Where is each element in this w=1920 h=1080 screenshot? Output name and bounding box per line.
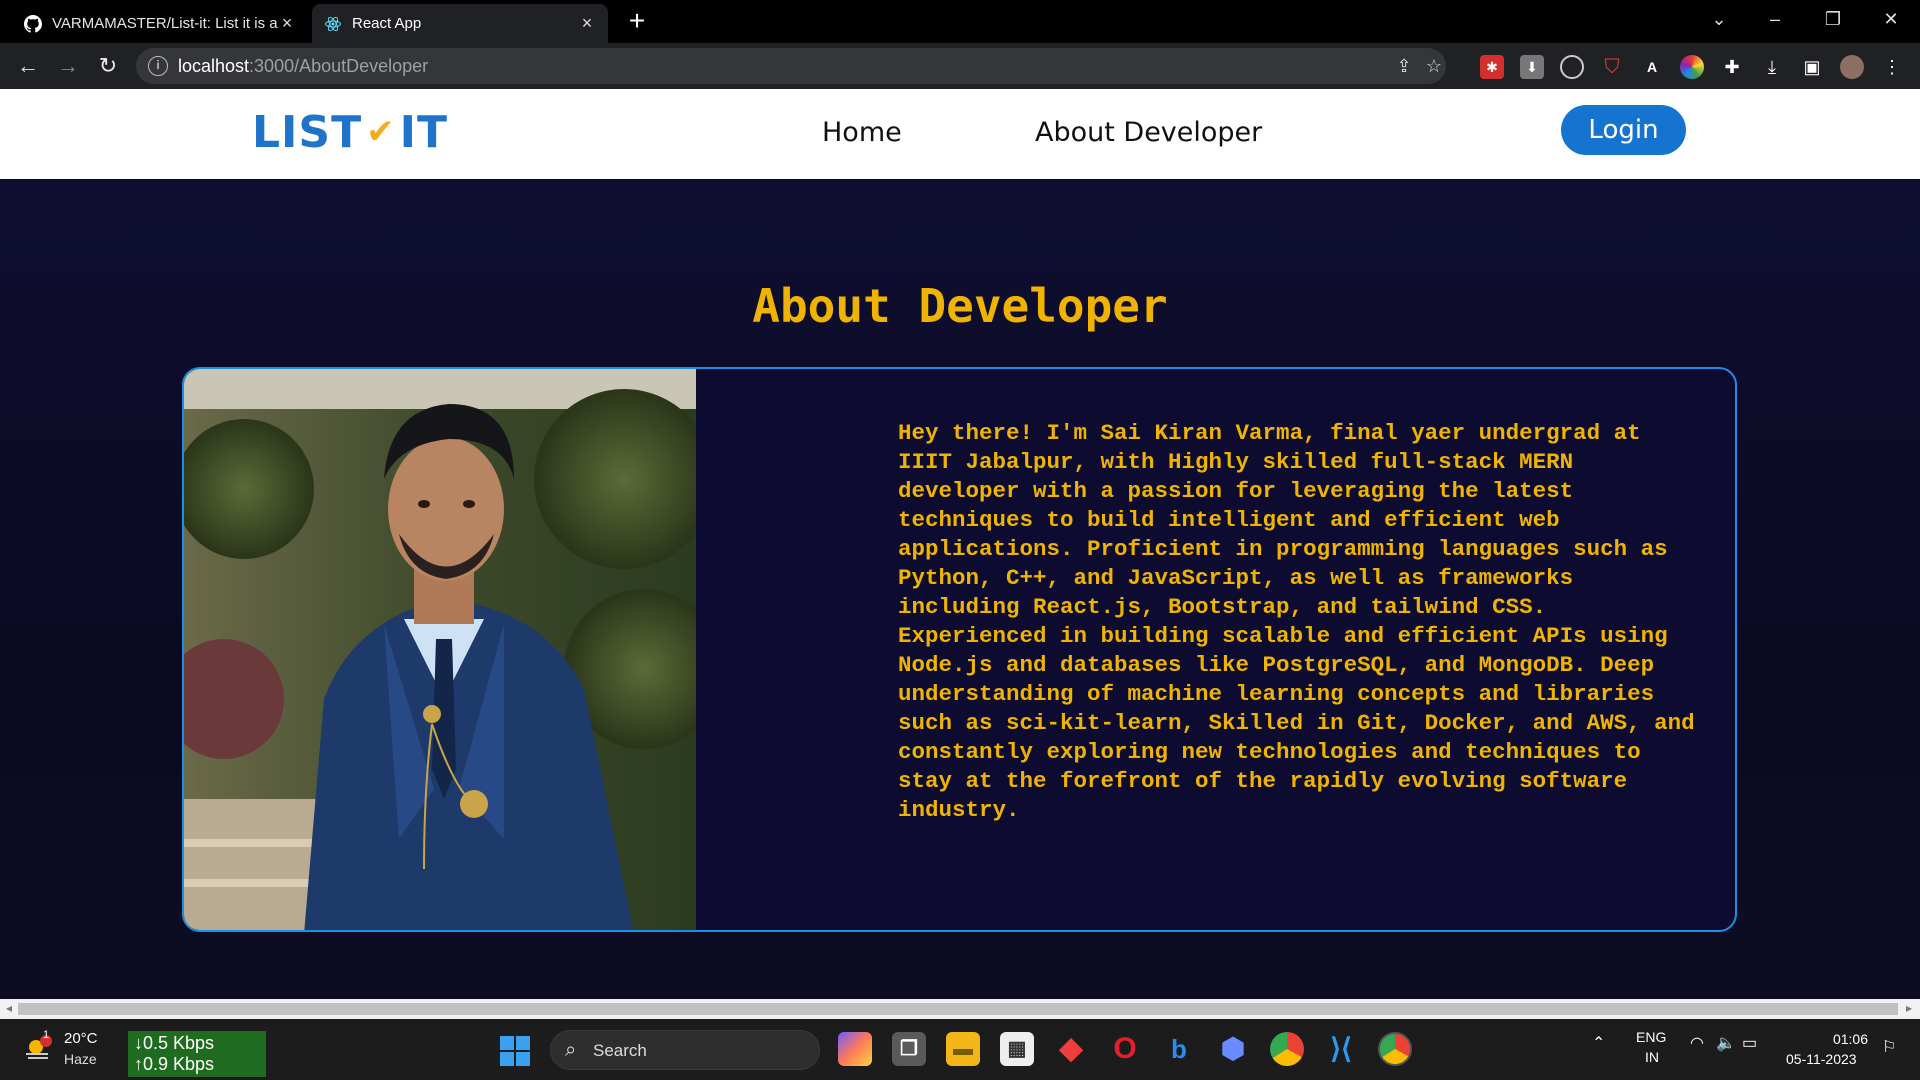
search-label: Search bbox=[593, 1041, 647, 1060]
close-tab-icon[interactable]: × bbox=[578, 13, 596, 34]
site-header: LIST ✔ IT Home About Developer Login bbox=[0, 89, 1920, 179]
horizontal-scrollbar[interactable]: ◂ ▸ bbox=[0, 999, 1920, 1019]
extension-target-icon[interactable] bbox=[1560, 55, 1584, 79]
tab-github[interactable]: VARMAMASTER/List-it: List it is a × bbox=[12, 4, 308, 43]
taskbar-search-box[interactable]: ⌕ Search bbox=[550, 1030, 820, 1070]
close-tab-icon[interactable]: × bbox=[278, 13, 296, 34]
developer-photo bbox=[184, 369, 696, 930]
task-view-icon[interactable]: ❐ bbox=[892, 1032, 926, 1066]
bing-icon[interactable]: b bbox=[1162, 1032, 1196, 1066]
tab-title: VARMAMASTER/List-it: List it is a bbox=[52, 15, 278, 32]
nav-about-developer-link[interactable]: About Developer bbox=[1035, 117, 1262, 148]
extension-red-icon[interactable]: ✱ bbox=[1480, 55, 1504, 79]
logo-left-text: LIST bbox=[252, 106, 363, 158]
anydesk-icon[interactable]: ◆ bbox=[1054, 1032, 1088, 1066]
profile-avatar[interactable] bbox=[1840, 55, 1864, 79]
extension-download-icon[interactable]: ⬇ bbox=[1520, 55, 1544, 79]
show-hidden-icons-chevron-icon[interactable]: ⌃ bbox=[1592, 1033, 1605, 1053]
github-icon bbox=[24, 14, 42, 33]
battery-icon[interactable]: ▭ bbox=[1742, 1033, 1757, 1053]
vscode-icon[interactable]: ⟩⟨ bbox=[1324, 1032, 1358, 1066]
restore-button[interactable]: ❐ bbox=[1810, 0, 1856, 40]
minimize-button[interactable]: – bbox=[1752, 0, 1798, 40]
new-tab-button[interactable]: + bbox=[622, 6, 652, 36]
scroll-left-arrow-icon[interactable]: ◂ bbox=[6, 1001, 12, 1015]
file-explorer-icon[interactable]: ▬ bbox=[946, 1032, 980, 1066]
scroll-right-arrow-icon[interactable]: ▸ bbox=[1906, 1001, 1912, 1015]
close-window-button[interactable]: ✕ bbox=[1868, 0, 1914, 40]
extensions-puzzle-icon[interactable]: ✚ bbox=[1720, 55, 1744, 79]
menu-kebab-icon[interactable]: ⋮ bbox=[1880, 55, 1904, 79]
upload-speed: ↑0.9 Kbps bbox=[134, 1054, 215, 1074]
copilot-icon[interactable] bbox=[838, 1032, 872, 1066]
developer-bio: Hey there! I'm Sai Kiran Varma, final ya… bbox=[898, 420, 1695, 823]
copilot-hex-icon[interactable]: ⬢ bbox=[1216, 1032, 1250, 1066]
extension-a-icon[interactable]: A bbox=[1640, 55, 1664, 79]
url-path: :3000/AboutDeveloper bbox=[249, 56, 429, 76]
nav-home-link[interactable]: Home bbox=[822, 117, 902, 148]
share-icon[interactable]: ⇪ bbox=[1392, 54, 1416, 78]
browser-tab-bar: VARMAMASTER/List-it: List it is a × Reac… bbox=[0, 0, 1920, 43]
language-bottom[interactable]: IN bbox=[1645, 1049, 1659, 1065]
opera-icon[interactable]: O bbox=[1108, 1032, 1142, 1066]
windows-start-icon[interactable] bbox=[500, 1036, 530, 1066]
weather-condition: Haze bbox=[64, 1051, 97, 1067]
logo-right-text: IT bbox=[399, 106, 449, 158]
extension-color-icon[interactable] bbox=[1680, 55, 1704, 79]
extension-shield-icon[interactable]: ⛉ bbox=[1600, 55, 1624, 79]
clock-date[interactable]: 05-11-2023 bbox=[1786, 1051, 1857, 1067]
login-button[interactable]: Login bbox=[1561, 105, 1686, 155]
site-info-icon[interactable]: i bbox=[148, 56, 168, 76]
back-arrow-icon[interactable]: ← bbox=[12, 50, 44, 82]
url-host: localhost bbox=[178, 56, 250, 76]
wifi-icon[interactable]: ◠ bbox=[1690, 1033, 1704, 1053]
about-section: About Developer Hey there! I'm Sai Kiran… bbox=[0, 179, 1920, 999]
language-top[interactable]: ENG bbox=[1636, 1029, 1666, 1045]
weather-badge: 1 bbox=[43, 1029, 50, 1041]
list-it-logo[interactable]: LIST ✔ IT bbox=[252, 106, 449, 158]
reload-icon[interactable]: ↻ bbox=[92, 50, 124, 82]
notification-icon[interactable]: ⚐ bbox=[1882, 1037, 1896, 1057]
url-text: localhost:3000/AboutDeveloper bbox=[178, 56, 428, 77]
react-icon bbox=[325, 16, 341, 31]
tab-react-app[interactable]: React App × bbox=[312, 4, 608, 43]
chrome-icon[interactable] bbox=[1270, 1032, 1304, 1066]
network-speed-meter: ↓0.5 Kbps ↑0.9 Kbps bbox=[128, 1031, 266, 1077]
developer-card: Hey there! I'm Sai Kiran Varma, final ya… bbox=[182, 367, 1737, 932]
clock-time[interactable]: 01:06 bbox=[1828, 1031, 1868, 1047]
address-toolbar: ← → ↻ i localhost:3000/AboutDeveloper ⇪ … bbox=[0, 43, 1920, 89]
download-speed: ↓0.5 Kbps bbox=[134, 1033, 215, 1053]
forward-arrow-icon[interactable]: → bbox=[52, 50, 84, 82]
search-icon: ⌕ bbox=[565, 1039, 577, 1061]
side-panel-icon[interactable]: ▣ bbox=[1800, 55, 1824, 79]
page-title: About Developer bbox=[752, 279, 1168, 333]
tab-title: React App bbox=[352, 15, 422, 32]
microsoft-store-icon[interactable]: ▦ bbox=[1000, 1032, 1034, 1066]
url-bar[interactable]: i localhost:3000/AboutDeveloper ⇪ ☆ bbox=[136, 48, 1446, 84]
chrome-profile-icon[interactable] bbox=[1378, 1032, 1412, 1066]
checkmark-icon: ✔ bbox=[366, 112, 396, 152]
scrollbar-thumb[interactable] bbox=[18, 1003, 1898, 1015]
windows-taskbar: 1 20°C Haze ↓0.5 Kbps ↑0.9 Kbps ⌕ Search… bbox=[0, 1019, 1920, 1080]
weather-temperature: 20°C bbox=[64, 1030, 98, 1047]
tab-search-chevron-icon[interactable]: ⌄ bbox=[1696, 0, 1742, 40]
bookmark-star-icon[interactable]: ☆ bbox=[1422, 54, 1446, 78]
downloads-icon[interactable]: ⤓ bbox=[1760, 55, 1784, 79]
volume-icon[interactable]: 🔈 bbox=[1716, 1033, 1736, 1053]
